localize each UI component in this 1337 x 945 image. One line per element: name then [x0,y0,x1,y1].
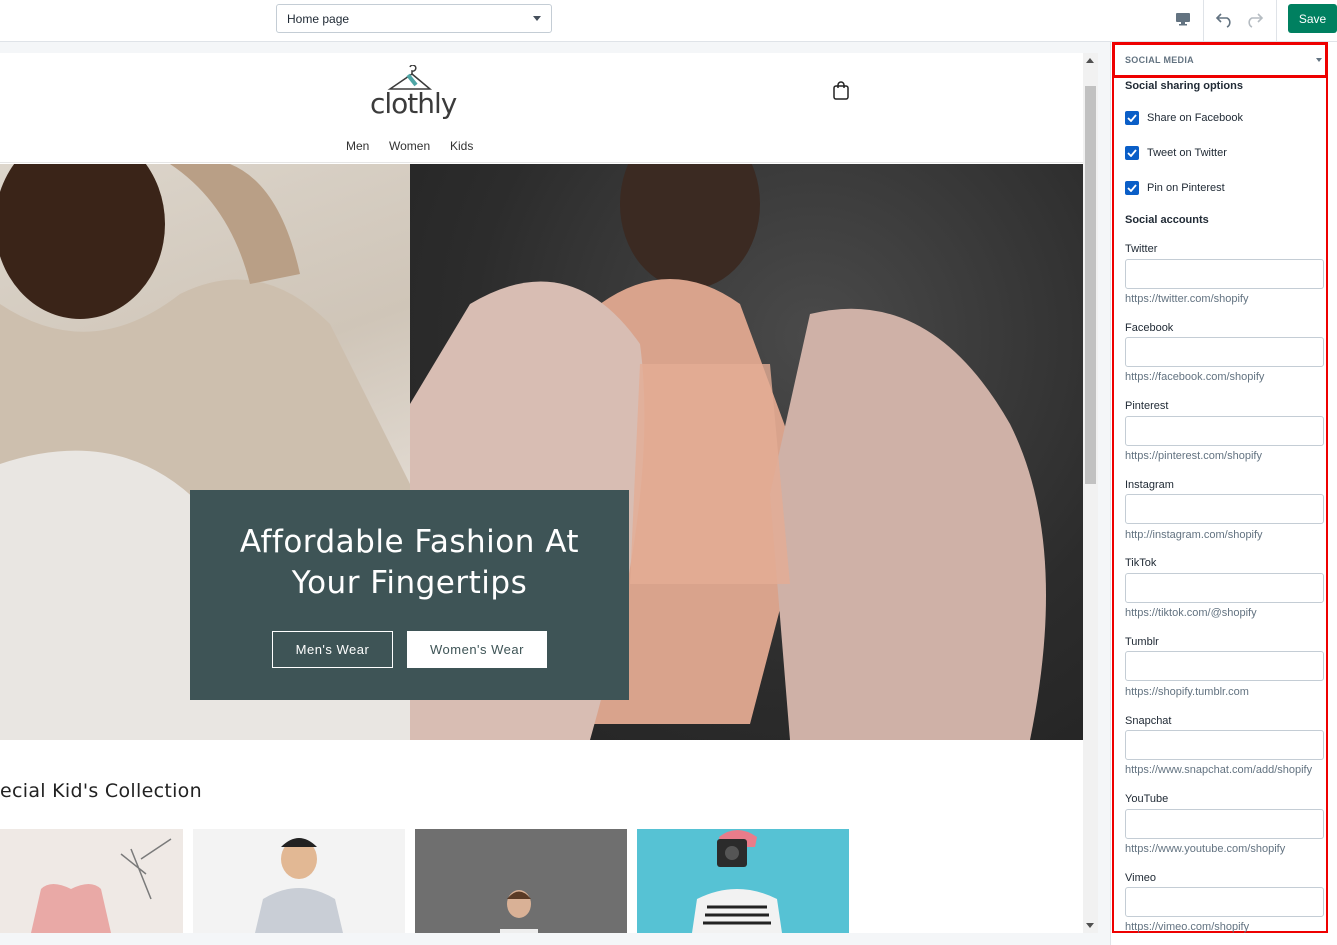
logo-text: clothly [370,87,457,120]
instagram-label: Instagram [1125,479,1174,491]
checkbox-label: Tweet on Twitter [1147,147,1227,159]
tiktok-input[interactable] [1125,573,1324,603]
store-header: clothly Men Women Kids [0,53,1083,163]
product-card[interactable] [193,829,405,933]
product-card[interactable] [637,829,849,933]
checkbox-pin-pinterest[interactable]: Pin on Pinterest [1125,180,1225,196]
nav-women[interactable]: Women [389,139,430,153]
accounts-heading: Social accounts [1125,214,1209,226]
hero-banner: Affordable Fashion At Your Fingertips Me… [0,164,1083,740]
nav-kids[interactable]: Kids [450,139,473,153]
snapchat-help: https://www.snapchat.com/add/shopify [1125,764,1313,776]
tiktok-label: TikTok [1125,557,1157,569]
product-card[interactable] [415,829,627,933]
collection-title: ecial Kid's Collection [0,780,202,802]
page-select-value: Home page [287,11,350,26]
checkbox-label: Share on Facebook [1147,112,1244,124]
snapchat-input[interactable] [1125,730,1324,760]
tumblr-label: Tumblr [1125,636,1159,648]
chevron-down-icon[interactable] [1316,58,1322,62]
redo-icon[interactable] [1242,8,1266,30]
hero-title: Affordable Fashion At Your Fingertips [190,522,629,604]
sharing-heading: Social sharing options [1125,80,1243,92]
pinterest-label: Pinterest [1125,400,1169,412]
pinterest-help: https://pinterest.com/shopify [1125,450,1262,462]
tumblr-input[interactable] [1125,651,1324,681]
cart-icon[interactable] [832,80,850,100]
facebook-help: https://facebook.com/shopify [1125,371,1265,383]
preview-bottom [0,933,1110,945]
desktop-icon[interactable] [1171,8,1195,30]
page-select[interactable]: Home page [276,4,552,33]
product-card[interactable] [0,829,183,933]
tumblr-help: https://shopify.tumblr.com [1125,686,1249,698]
hero-text-box: Affordable Fashion At Your Fingertips Me… [190,490,629,700]
preview-scrollbar[interactable] [1083,53,1098,933]
vimeo-label: Vimeo [1125,872,1156,884]
scroll-thumb[interactable] [1085,86,1096,484]
undo-icon[interactable] [1213,8,1237,30]
checkbox-checked-icon[interactable] [1125,181,1139,195]
twitter-label: Twitter [1125,243,1158,255]
chevron-down-icon [533,16,541,21]
store-logo[interactable]: clothly [368,65,457,120]
nav-men[interactable]: Men [346,139,369,153]
snapchat-label: Snapchat [1125,715,1172,727]
facebook-label: Facebook [1125,322,1174,334]
checkbox-checked-icon[interactable] [1125,146,1139,160]
checkbox-label: Pin on Pinterest [1147,182,1225,194]
scroll-down-icon[interactable] [1086,923,1094,928]
vimeo-input[interactable] [1125,887,1324,917]
checkbox-share-facebook[interactable]: Share on Facebook [1125,110,1243,126]
pinterest-input[interactable] [1125,416,1324,446]
save-button[interactable]: Save [1288,4,1337,33]
hero-title-line1: Affordable Fashion At [239,524,580,560]
scroll-up-icon[interactable] [1086,58,1094,63]
facebook-input[interactable] [1125,337,1324,367]
youtube-label: YouTube [1125,793,1169,805]
editor-toolbar: Home page Save [0,0,1337,42]
tiktok-help: https://tiktok.com/@shopify [1125,607,1257,619]
youtube-help: https://www.youtube.com/shopify [1125,843,1286,855]
instagram-input[interactable] [1125,494,1324,524]
instagram-help: http://instagram.com/shopify [1125,529,1263,541]
twitter-input[interactable] [1125,259,1324,289]
section-title: SOCIAL MEDIA [1125,55,1194,65]
twitter-help: https://twitter.com/shopify [1125,293,1249,305]
hero-title-line2: Your Fingertips [291,565,528,601]
youtube-input[interactable] [1125,809,1324,839]
checkbox-checked-icon[interactable] [1125,111,1139,125]
toolbar-divider [1203,0,1204,41]
womens-wear-button[interactable]: Women's Wear [407,631,547,668]
toolbar-divider [1276,0,1277,41]
store-preview[interactable]: clothly Men Women Kids Affordable Fashio… [0,53,1083,933]
checkbox-tweet-twitter[interactable]: Tweet on Twitter [1125,145,1227,161]
mens-wear-button[interactable]: Men's Wear [272,631,393,668]
vimeo-help: https://vimeo.com/shopify [1125,921,1250,933]
